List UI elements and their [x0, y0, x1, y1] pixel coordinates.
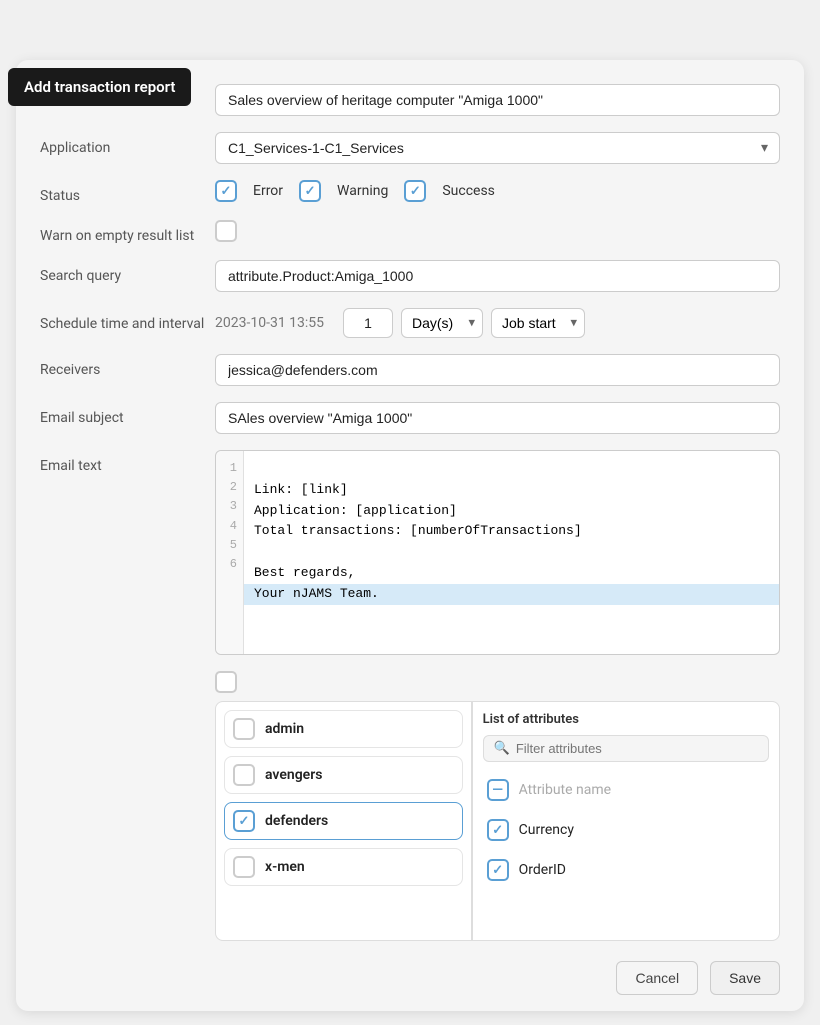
email-text-label: Email text: [40, 450, 215, 474]
attr-item-currency[interactable]: ✓ Currency: [483, 812, 769, 848]
email-text-row: Email text 1 2 3 4 5 6 Link: [link] Appl…: [40, 450, 780, 655]
status-success-checkbox[interactable]: ✓: [404, 180, 426, 202]
search-query-input[interactable]: [215, 260, 780, 292]
application-select[interactable]: C1_Services-1-C1_Services: [215, 132, 780, 164]
application-label: Application: [40, 132, 215, 156]
schedule-controls: 2023-10-31 13:55 Day(s) Job start: [215, 308, 780, 338]
attr-item-orderid[interactable]: ✓ OrderID: [483, 852, 769, 888]
search-query-label: Search query: [40, 260, 215, 284]
modal-container: Name Application C1_Services-1-C1_Servic…: [16, 60, 804, 1011]
filter-search-icon: 🔍: [494, 741, 510, 756]
email-subject-label: Email subject: [40, 402, 215, 426]
status-success-label: Success: [442, 183, 495, 199]
save-button[interactable]: Save: [710, 961, 780, 995]
warning-check-icon: ✓: [305, 184, 316, 199]
warn-row: Warn on empty result list: [40, 220, 780, 244]
email-text-content[interactable]: Link: [link] Application: [application] …: [244, 451, 779, 654]
status-error-checkbox[interactable]: ✓: [215, 180, 237, 202]
bottom-section: admin avengers ✓ defenders x-: [215, 701, 780, 941]
email-subject-row: Email subject: [40, 402, 780, 434]
name-field-wrap: [215, 84, 780, 116]
receivers-row: Receivers: [40, 354, 780, 386]
group-item-defenders[interactable]: ✓ defenders: [224, 802, 463, 840]
admin-checkbox[interactable]: [233, 718, 255, 740]
schedule-row: Schedule time and interval 2023-10-31 13…: [40, 308, 780, 338]
status-row: Status ✓ Error ✓ Warning ✓ Success: [40, 180, 780, 204]
defenders-checkbox[interactable]: ✓: [233, 810, 255, 832]
status-warning-label: Warning: [337, 183, 388, 199]
email-line-6: Your nJAMS Team.: [244, 584, 779, 605]
success-check-icon: ✓: [410, 184, 421, 199]
email-line-2: Application: [application]: [254, 503, 457, 518]
schedule-trigger-select[interactable]: Job start: [491, 308, 585, 338]
search-query-field-wrap: [215, 260, 780, 292]
orderid-check-icon: ✓: [492, 863, 503, 878]
schedule-unit-select[interactable]: Day(s): [401, 308, 483, 338]
attr-name-label: Attribute name: [519, 782, 611, 798]
avengers-checkbox[interactable]: [233, 764, 255, 786]
schedule-date-display: 2023-10-31 13:55: [215, 315, 335, 331]
attr-name-dash-icon: —: [492, 783, 503, 797]
attr-name-checkbox[interactable]: —: [487, 779, 509, 801]
email-line-1: Link: [link]: [254, 482, 348, 497]
application-select-wrap: C1_Services-1-C1_Services: [215, 132, 780, 164]
groups-label-spacer: [40, 671, 215, 941]
schedule-unit-wrap: Day(s): [401, 308, 483, 338]
warn-checkbox-wrap: [215, 220, 780, 242]
group-item-avengers[interactable]: avengers: [224, 756, 463, 794]
name-input[interactable]: [215, 84, 780, 116]
email-line-5: Best regards,: [254, 565, 355, 580]
email-subject-input[interactable]: [215, 402, 780, 434]
email-text-editor[interactable]: 1 2 3 4 5 6 Link: [link] Application: [a…: [215, 450, 780, 655]
admin-label: admin: [265, 721, 304, 737]
schedule-trigger-wrap: Job start: [491, 308, 585, 338]
currency-label: Currency: [519, 822, 574, 838]
email-subject-field-wrap: [215, 402, 780, 434]
group-item-xmen[interactable]: x-men: [224, 848, 463, 886]
filter-bar[interactable]: 🔍: [483, 735, 769, 762]
defenders-check-icon: ✓: [239, 814, 250, 829]
orderid-label: OrderID: [519, 862, 566, 878]
status-checkboxes: ✓ Error ✓ Warning ✓ Success: [215, 180, 780, 202]
warn-checkbox[interactable]: [215, 220, 237, 242]
bottom-panel-wrap: admin avengers ✓ defenders x-: [215, 671, 780, 941]
status-options: ✓ Error ✓ Warning ✓ Success: [215, 180, 780, 202]
receivers-input[interactable]: [215, 354, 780, 386]
search-query-row: Search query: [40, 260, 780, 292]
groups-attributes-row: admin avengers ✓ defenders x-: [40, 671, 780, 941]
cancel-button[interactable]: Cancel: [616, 961, 698, 995]
status-warning-checkbox[interactable]: ✓: [299, 180, 321, 202]
avengers-label: avengers: [265, 767, 322, 783]
group-item-admin[interactable]: admin: [224, 710, 463, 748]
currency-check-icon: ✓: [492, 823, 503, 838]
receivers-field-wrap: [215, 354, 780, 386]
attributes-panel-title: List of attributes: [483, 712, 769, 727]
footer: Cancel Save: [40, 961, 780, 995]
email-line-3: Total transactions: [numberOfTransaction…: [254, 523, 582, 538]
status-label: Status: [40, 180, 215, 204]
schedule-row-inner: 2023-10-31 13:55 Day(s) Job start: [215, 308, 780, 338]
filter-attributes-input[interactable]: [516, 741, 758, 756]
schedule-interval-input[interactable]: [343, 308, 393, 338]
xmen-label: x-men: [265, 859, 305, 875]
line-numbers: 1 2 3 4 5 6: [216, 451, 244, 654]
groups-master-checkbox[interactable]: [215, 671, 237, 693]
defenders-label: defenders: [265, 813, 328, 829]
error-check-icon: ✓: [221, 184, 232, 199]
schedule-label: Schedule time and interval: [40, 308, 215, 332]
xmen-checkbox[interactable]: [233, 856, 255, 878]
attr-item-name[interactable]: — Attribute name: [483, 772, 769, 808]
groups-panel: admin avengers ✓ defenders x-: [216, 702, 473, 940]
application-row: Application C1_Services-1-C1_Services: [40, 132, 780, 164]
status-error-label: Error: [253, 183, 283, 199]
attributes-panel: List of attributes 🔍 — Attribute name: [473, 702, 779, 940]
email-text-editor-wrap: 1 2 3 4 5 6 Link: [link] Application: [a…: [215, 450, 780, 655]
receivers-label: Receivers: [40, 354, 215, 378]
warn-label: Warn on empty result list: [40, 220, 215, 244]
currency-checkbox[interactable]: ✓: [487, 819, 509, 841]
orderid-checkbox[interactable]: ✓: [487, 859, 509, 881]
dialog-title: Add transaction report: [8, 68, 191, 106]
